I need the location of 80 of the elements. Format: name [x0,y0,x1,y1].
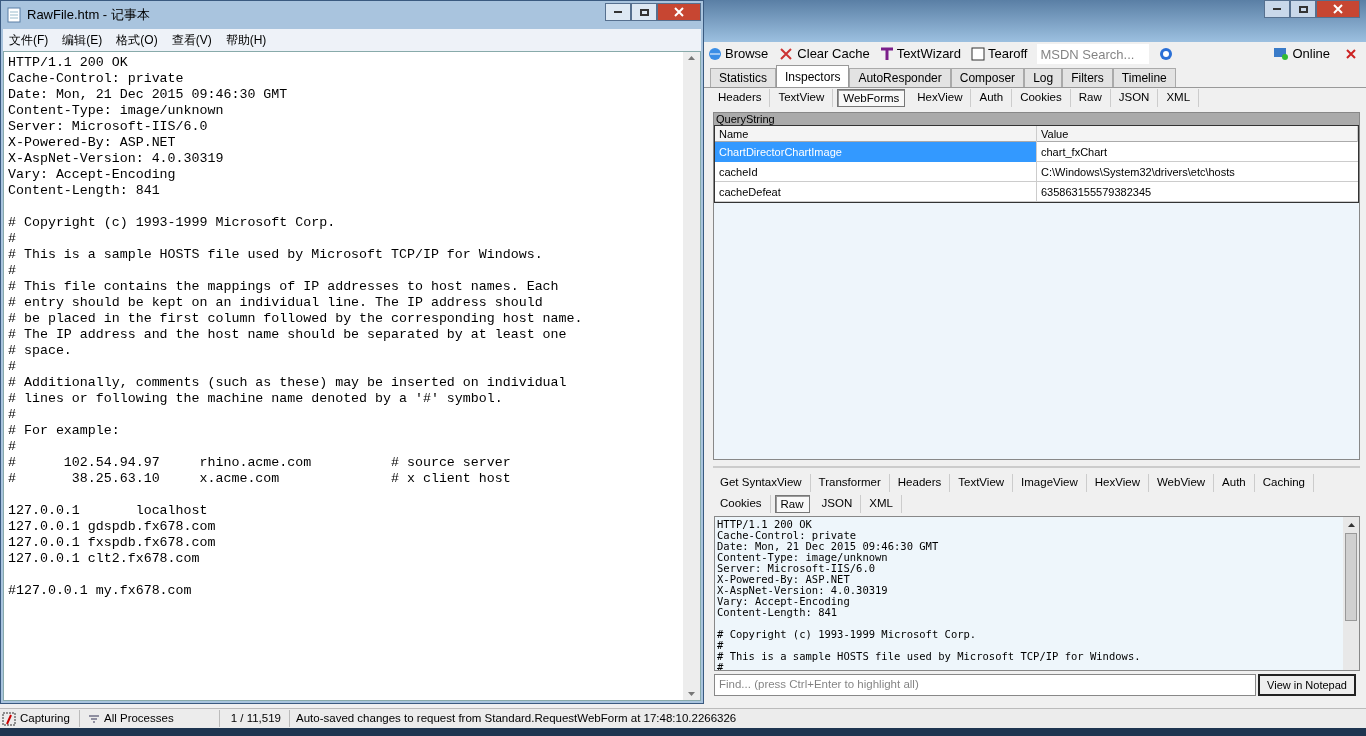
table-cell-text: chart_fxChart [1040,145,1109,160]
globe-icon [708,47,722,61]
table-cell-text: C:\Windows\System32\drivers\etc\hosts [1040,165,1236,180]
tab[interactable]: Raw [1070,89,1111,107]
tab[interactable]: JSON [1110,89,1159,107]
status-message: Auto-saved changes to request from Standard.RequestWebForm at 17:48:10.2266326 [295,710,737,726]
capturing-indicator[interactable]: Capturing [0,709,80,728]
tab[interactable]: Raw [774,495,810,513]
close-icon [1333,4,1343,14]
scrollbar[interactable] [683,52,700,700]
menu-item[interactable]: 帮助(H) [225,31,267,49]
menu-item[interactable]: 查看(V) [171,31,212,49]
letter-t-icon [879,47,894,61]
process-filter[interactable]: All Processes [80,709,220,728]
minimize-button[interactable] [605,3,631,21]
down-arrow-icon[interactable] [688,692,695,696]
tab[interactable]: HexView [1086,474,1149,492]
network-icon [1273,47,1290,61]
online-button[interactable]: Online [1273,44,1330,64]
tab[interactable]: TextView [770,89,834,107]
tab[interactable]: Filters [1062,68,1113,87]
up-arrow-icon[interactable] [1347,523,1355,527]
tab[interactable]: Auth [1214,474,1255,492]
tab[interactable]: TextView [950,474,1014,492]
cross-icon [778,47,795,61]
view-in-notepad-button[interactable]: View in Notepad [1258,674,1356,696]
tab[interactable]: WebForms [837,89,906,107]
table-cell: ChartDirectorChartImage [715,142,1037,162]
menu-item[interactable]: 格式(O) [116,31,158,49]
tab[interactable]: Log [1024,68,1063,87]
table-row[interactable]: cacheId C:\Windows\System32\drivers\etc\hosts [715,162,1358,182]
close-button[interactable] [657,3,701,21]
tab[interactable]: Statistics [710,68,776,87]
window-title: RawFile.htm - 记事本 [27,6,150,25]
notepad-icon [7,7,21,23]
maximize-button[interactable] [631,3,657,21]
tab[interactable]: Cookies [1012,89,1071,107]
table-cell: cacheDefeat [715,182,1037,202]
tab[interactable]: Timeline [1112,68,1176,87]
capture-icon [2,711,16,726]
tab[interactable]: JSON [813,495,862,513]
session-count: 1 / 11,519 [220,709,290,728]
tearoff-button[interactable]: Tearoff [970,44,1028,64]
tab[interactable]: Get SyntaxView [712,474,811,492]
table-row[interactable]: cacheDefeat 635863155579382345 [715,182,1358,202]
minimize-button[interactable] [1264,0,1290,18]
close-icon[interactable] [1346,49,1356,59]
filter-icon [88,714,100,723]
tab[interactable]: XML [861,495,902,513]
tab[interactable]: AutoResponder [849,68,951,87]
tab[interactable]: Headers [710,89,771,107]
tab[interactable]: WebView [1148,474,1215,492]
window-icon [970,47,985,61]
menu-item[interactable]: 编辑(E) [62,31,103,49]
tab[interactable]: HexView [909,89,972,107]
browse-button[interactable]: Browse [708,44,769,64]
tab[interactable]: ImageView [1013,474,1087,492]
tab[interactable]: Composer [950,68,1025,87]
close-button[interactable] [1316,0,1360,18]
wizard-button[interactable]: TextWizard [879,44,961,64]
table-cell: cacheId [715,162,1037,182]
menu-item[interactable]: 文件(F) [9,31,49,49]
find-field[interactable]: Find... (press Ctrl+Enter to highlight all) [714,674,1256,696]
tab[interactable]: Inspectors [776,65,850,87]
table-cell-text: 635863155579382345 [1040,185,1153,200]
tab[interactable]: Transformer [810,474,890,492]
tab[interactable]: XML [1158,89,1200,107]
maximize-button[interactable] [1290,0,1316,18]
tab[interactable]: Cookies [712,495,771,513]
tab[interactable]: Auth [971,89,1013,107]
table-row[interactable]: ChartDirectorChartImage chart_fxChart [715,142,1358,162]
column-header[interactable]: Value [1037,126,1358,142]
help-icon[interactable] [1159,47,1174,61]
search-field[interactable]: MSDN Search... [1037,44,1150,64]
panel-header: QueryString [714,113,1359,125]
tab[interactable]: Headers [889,474,951,492]
scrollbar[interactable] [1343,517,1359,670]
close-icon [674,7,684,17]
tab[interactable]: Caching [1254,474,1314,492]
clear-button[interactable]: Clear Cache [778,44,870,64]
